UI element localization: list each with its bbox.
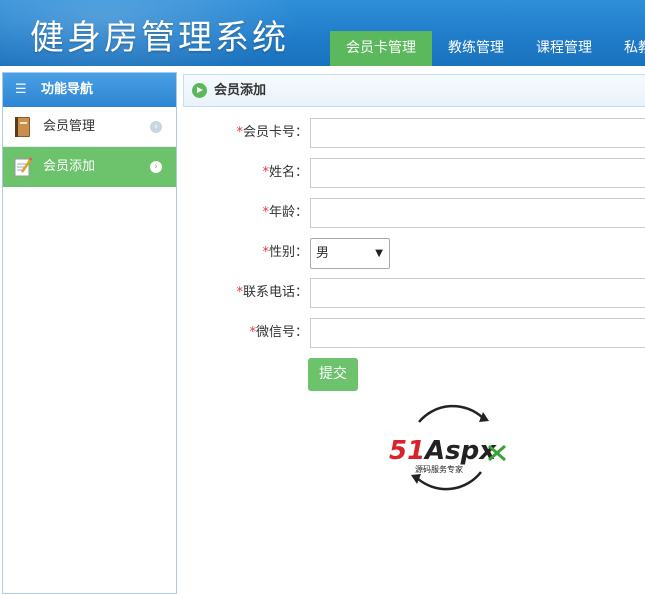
chevron-right-icon: ›: [150, 161, 162, 173]
name-input[interactable]: [310, 158, 645, 188]
card-number-input[interactable]: [310, 118, 645, 148]
sidebar-item-label: 会员管理: [43, 119, 96, 134]
tab-membership-card[interactable]: 会员卡管理: [330, 31, 432, 66]
dropdown-arrow-icon: ▼: [375, 248, 383, 259]
gender-select[interactable]: 男 ▼: [310, 238, 390, 269]
panel-title: 会员添加: [214, 83, 267, 98]
sidebar-item-member-add[interactable]: 会员添加 ›: [3, 147, 176, 187]
phone-input[interactable]: [310, 278, 645, 308]
age-input[interactable]: [310, 198, 645, 228]
field-label: *联系电话：: [236, 285, 308, 300]
form-row-phone: *联系电话：: [183, 278, 645, 308]
sidebar-item-label: 会员添加: [43, 159, 96, 174]
sidebar: ☰ 功能导航 会员管理 › 会员添加 ›: [2, 72, 177, 594]
svg-text:Aspx: Aspx: [423, 436, 497, 466]
sidebar-header-label: 功能导航: [41, 82, 94, 97]
notepad-pencil-icon: [14, 157, 33, 177]
chevron-right-icon: ›: [150, 121, 162, 133]
list-icon: ☰: [15, 82, 27, 97]
field-label: *姓名：: [262, 165, 308, 180]
app-title: 健身房管理系统: [30, 18, 289, 58]
form-row-name: *姓名：: [183, 158, 645, 188]
tab-course-management[interactable]: 课程管理: [520, 31, 608, 66]
tab-private-coach[interactable]: 私教: [608, 31, 645, 66]
form-row-age: *年龄：: [183, 198, 645, 228]
submit-button[interactable]: 提交: [308, 358, 358, 391]
logo-tagline: 源码服务专家: [415, 464, 463, 474]
app-header: 健身房管理系统 会员卡管理 教练管理 课程管理 私教: [0, 0, 645, 66]
logo: 51 Aspx 源码服务专家: [385, 400, 515, 496]
panel-header: 会员添加: [183, 74, 645, 107]
form-row-gender: *性别： 男 ▼: [183, 238, 645, 269]
sidebar-item-member-management[interactable]: 会员管理 ›: [3, 107, 176, 147]
sidebar-header: ☰ 功能导航: [3, 73, 176, 107]
top-navigation: 会员卡管理 教练管理 课程管理 私教: [330, 31, 645, 66]
play-circle-icon: [192, 83, 207, 98]
field-label: *年龄：: [262, 205, 308, 220]
form-row-wechat: *微信号：: [183, 318, 645, 348]
form-row-card-number: *会员卡号：: [183, 118, 645, 148]
gender-select-value: 男: [316, 246, 330, 261]
field-label: *微信号：: [249, 325, 308, 340]
logo-graphic: 51 Aspx 源码服务专家: [389, 404, 506, 491]
field-label: *会员卡号：: [236, 125, 308, 140]
book-icon: [15, 117, 30, 137]
svg-text:51: 51: [389, 436, 425, 466]
field-label: *性别：: [262, 245, 308, 260]
wechat-input[interactable]: [310, 318, 645, 348]
tab-coach-management[interactable]: 教练管理: [432, 31, 520, 66]
